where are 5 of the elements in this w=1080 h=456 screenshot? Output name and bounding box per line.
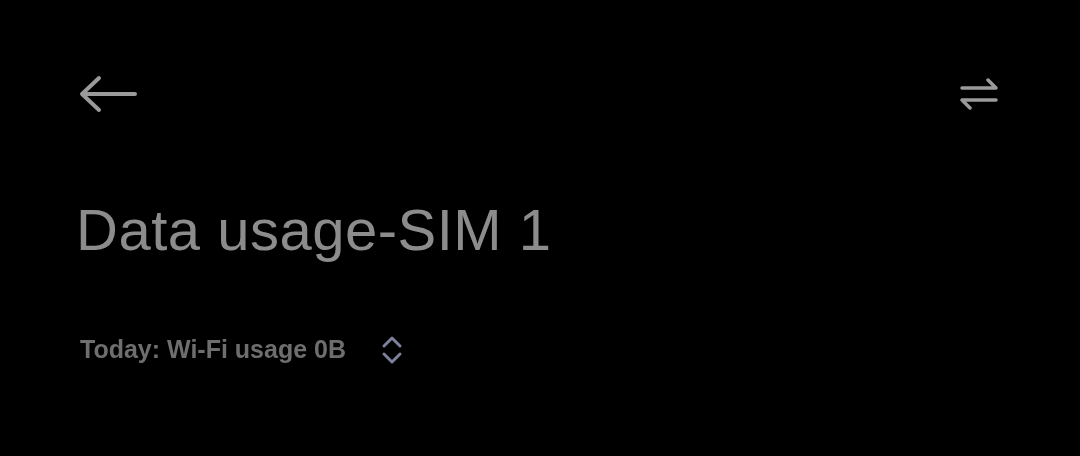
usage-summary: Today: Wi-Fi usage 0B xyxy=(80,335,346,365)
back-arrow-icon[interactable] xyxy=(79,75,137,113)
swap-icon[interactable] xyxy=(960,78,998,110)
up-down-chevron-icon[interactable] xyxy=(380,334,404,365)
page-title: Data usage-SIM 1 xyxy=(76,196,553,264)
